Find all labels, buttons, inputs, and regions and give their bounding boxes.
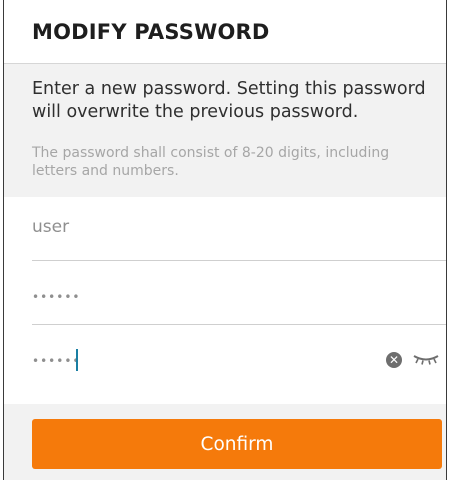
- old-password-field-row: [32, 261, 446, 325]
- modify-password-dialog: MODIFY PASSWORD Enter a new password. Se…: [3, 0, 447, 480]
- new-password-field[interactable]: [32, 349, 362, 373]
- new-password-field-row: ✕: [32, 325, 446, 397]
- description-text: Enter a new password. Setting this passw…: [32, 79, 426, 122]
- eye-closed-icon[interactable]: [412, 353, 440, 365]
- clear-icon[interactable]: ✕: [386, 352, 402, 368]
- username-field-row: [32, 197, 446, 261]
- form-fields: ✕: [4, 197, 446, 397]
- password-rule-hint: The password shall consist of 8-20 digit…: [32, 145, 390, 179]
- confirm-button[interactable]: Confirm: [32, 419, 442, 469]
- info-panel: Enter a new password. Setting this passw…: [4, 64, 446, 197]
- old-password-field[interactable]: [32, 285, 362, 309]
- action-area: Confirm: [32, 419, 442, 469]
- dialog-title: MODIFY PASSWORD: [32, 19, 270, 44]
- username-field[interactable]: [32, 215, 362, 239]
- dialog-header: MODIFY PASSWORD: [4, 0, 446, 64]
- text-caret: [76, 349, 78, 371]
